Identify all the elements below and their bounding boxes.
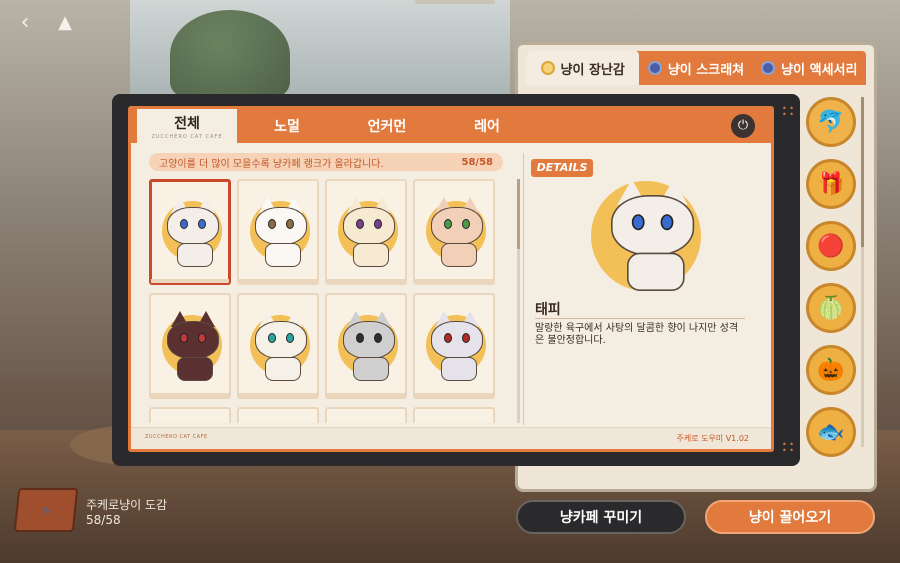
tab-label: 전체 (174, 115, 200, 132)
version-label: 주케로 도우미 V1.02 (676, 434, 749, 443)
notice-text: 고양이를 더 많이 모을수록 냥카페 랭크가 올라갑니다. (159, 158, 384, 170)
tab-label: 레어 (474, 119, 500, 135)
tab-label: 냥이 스크래쳐 (667, 62, 745, 78)
corner-dots: • • • • (782, 104, 794, 119)
collection-modal: • • • • • • • • 전체 ZUCCHERO CAT CAFE 노멀 언커… (112, 94, 800, 466)
gem-icon (761, 61, 776, 75)
cat-card[interactable] (325, 407, 407, 423)
corner-dots: • • • • (782, 440, 794, 455)
card-strip (327, 393, 405, 397)
cat-image (167, 311, 219, 383)
cat-card[interactable] (413, 407, 495, 423)
card-strip (151, 279, 229, 283)
card-strip (239, 393, 317, 397)
tab-label: 노멀 (274, 119, 300, 135)
card-strip (151, 393, 229, 397)
book-count: 58/58 (86, 513, 121, 527)
cat-image (431, 311, 483, 383)
melon-toy-icon[interactable]: 🍈 (806, 283, 856, 333)
tab-rare[interactable]: 레어 (437, 109, 537, 143)
tab-normal[interactable]: 노멀 (237, 109, 337, 143)
pumpkin-toy-icon[interactable]: 🎃 (806, 345, 856, 395)
cat-card[interactable] (325, 293, 407, 399)
side-tabs: 냥이 장난감 냥이 스크래쳐 냥이 액세서리 (526, 51, 866, 85)
diamond-icon (647, 61, 662, 75)
cat-card[interactable] (149, 293, 231, 399)
card-strip (415, 279, 493, 283)
cat-image (343, 311, 395, 383)
cat-card[interactable] (237, 407, 319, 423)
fish-toy-icon[interactable]: 🐟 (806, 407, 856, 457)
decorate-cafe-button[interactable]: 냥카페 꾸미기 (516, 500, 686, 534)
cat-card[interactable] (413, 179, 495, 285)
toy-list: 🐬 🎁 🔴 🍈 🎃 🐟 (806, 97, 866, 457)
cat-card[interactable] (413, 293, 495, 399)
card-strip (327, 279, 405, 283)
cat-card[interactable] (325, 179, 407, 285)
back-arrow-icon[interactable]: ‹ (12, 10, 38, 36)
collection-notice: 고양이를 더 많이 모을수록 냥카페 랭크가 올라갑니다. 58/58 (149, 153, 503, 171)
top-bar: ‹ ▲ (12, 10, 78, 36)
tab-label: 언커먼 (367, 119, 407, 135)
side-scrollbar[interactable] (861, 97, 864, 447)
footer-brand: ZUCCHERO CAT CAFE (145, 434, 208, 440)
tab-cat-toys[interactable]: 냥이 장난감 (526, 51, 640, 85)
rarity-tabs: 전체 ZUCCHERO CAT CAFE 노멀 언커먼 레어 ⏻ (131, 109, 771, 143)
cat-description: 말랑한 육구에서 사탕의 달콤한 향이 나지만 성격은 불안정합니다. (535, 323, 739, 346)
yarn-ball-toy-icon[interactable]: 🔴 (806, 221, 856, 271)
collection-book-icon[interactable]: 🐾 (13, 488, 79, 532)
cat-image (255, 197, 307, 269)
modal-footer: ZUCCHERO CAT CAFE 주케로 도우미 V1.02 (131, 427, 771, 449)
home-logo-icon[interactable]: ▲ (52, 10, 78, 36)
name-underline (535, 318, 745, 319)
cat-card[interactable] (149, 407, 231, 423)
cat-grid (149, 179, 511, 423)
background-plant (170, 10, 290, 100)
top-handle (415, 0, 495, 4)
cat-card[interactable] (149, 179, 231, 285)
cat-name: 태피 (535, 302, 561, 318)
tab-sub-label: ZUCCHERO CAT CAFE (151, 133, 223, 140)
tab-label: 냥이 장난감 (560, 62, 625, 78)
tab-uncommon[interactable]: 언커먼 (337, 109, 437, 143)
attract-cat-button[interactable]: 냥이 끌어오기 (705, 500, 875, 534)
power-icon[interactable]: ⏻ (731, 114, 755, 138)
collection-count: 58/58 (461, 156, 493, 168)
cat-image (431, 197, 483, 269)
card-strip (415, 393, 493, 397)
tab-label: 냥이 액세서리 (781, 62, 858, 78)
gift-box-toy-icon[interactable]: 🎁 (806, 159, 856, 209)
cat-card[interactable] (237, 179, 319, 285)
coin-icon (540, 61, 555, 75)
card-strip (239, 279, 317, 283)
book-title: 주케로냥이 도감 (86, 498, 168, 512)
cat-image (255, 311, 307, 383)
tab-all[interactable]: 전체 ZUCCHERO CAT CAFE (137, 109, 237, 143)
modal-panel: 전체 ZUCCHERO CAT CAFE 노멀 언커먼 레어 ⏻ 고양이를 더 … (128, 106, 774, 452)
cat-image (343, 197, 395, 269)
dolphin-toy-icon[interactable]: 🐬 (806, 97, 856, 147)
divider (523, 153, 524, 425)
cat-image (167, 197, 219, 269)
cat-card[interactable] (237, 293, 319, 399)
grid-scrollbar[interactable] (517, 179, 520, 423)
tab-cat-accessory[interactable]: 냥이 액세서리 (753, 51, 866, 85)
tab-cat-scratcher[interactable]: 냥이 스크래쳐 (639, 51, 752, 85)
portrait-cat-image (611, 179, 695, 294)
cat-portrait (589, 173, 719, 293)
details-badge: DETAILS (531, 159, 593, 177)
